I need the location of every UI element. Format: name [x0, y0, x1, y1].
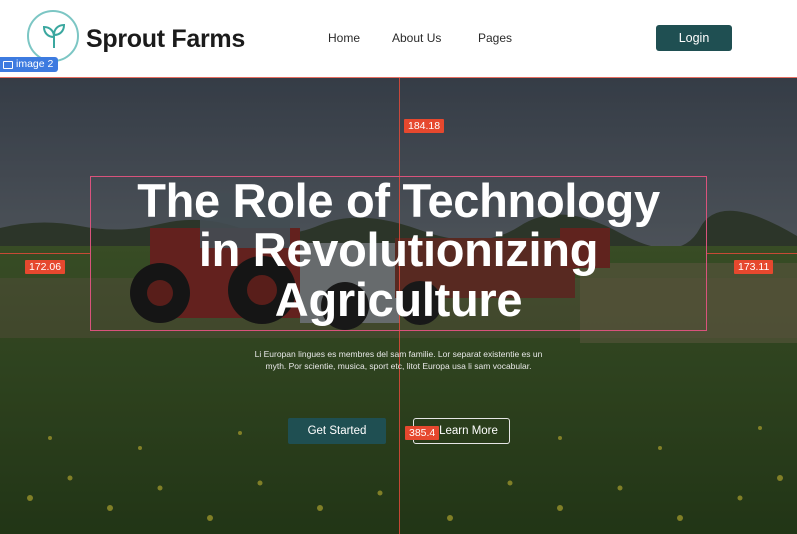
hero-subtitle-line-2: myth. Por scientie, musica, sport etc, l…	[265, 361, 532, 371]
image-icon	[3, 60, 13, 69]
hero-subtitle-line-1: Li Europan lingues es membres del sam fa…	[254, 349, 543, 359]
measure-right: 173.11	[734, 260, 774, 274]
get-started-button[interactable]: Get Started	[288, 418, 386, 444]
measure-left: 172.06	[25, 260, 66, 274]
sprout-leaf-icon	[42, 23, 66, 48]
guide-line-left	[0, 253, 90, 254]
nav-home[interactable]: Home	[328, 31, 360, 45]
hero-title-line-2: in Revolutionizing	[198, 223, 599, 276]
site-header: Sprout Farms Home About Us Pages Login i…	[0, 0, 797, 78]
nav-about-us[interactable]: About Us	[392, 31, 441, 45]
selection-tag: image 2	[0, 57, 59, 72]
selection-tag-label: image 2	[16, 58, 54, 70]
login-button[interactable]: Login	[656, 25, 732, 51]
brand-name[interactable]: Sprout Farms	[86, 25, 245, 54]
measure-top: 184.18	[404, 119, 445, 133]
logo[interactable]	[27, 10, 79, 62]
guide-line-right	[707, 253, 797, 254]
hero-title-line-1: The Role of Technology	[137, 174, 660, 227]
hero-title-line-3: Agriculture	[274, 273, 523, 326]
measure-bottom: 385.4	[405, 426, 440, 440]
nav-pages[interactable]: Pages	[478, 31, 512, 45]
